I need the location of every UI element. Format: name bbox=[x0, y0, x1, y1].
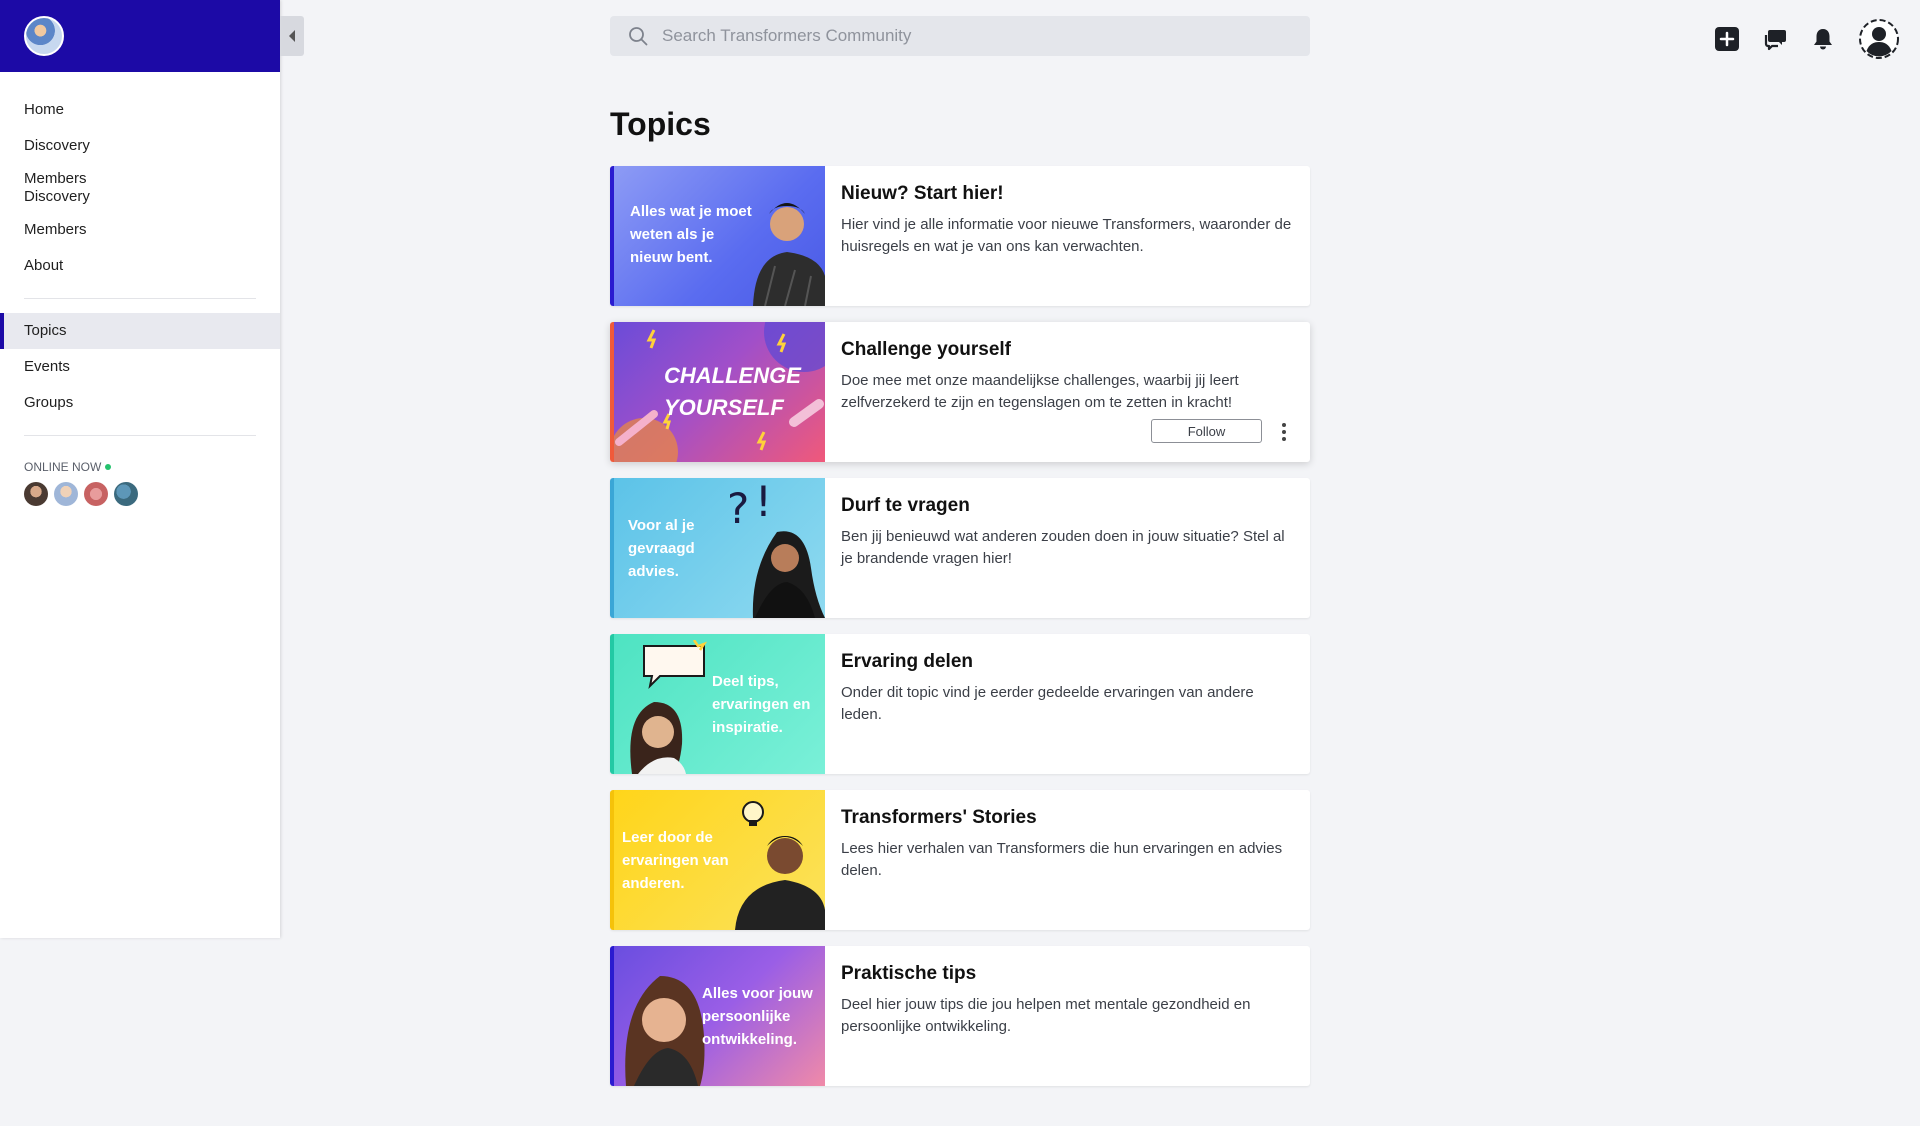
person-photo bbox=[625, 976, 705, 1086]
topic-body: Nieuw? Start hier! Hier vind je alle inf… bbox=[825, 166, 1310, 306]
topic-body: Praktische tips Deel hier jouw tips die … bbox=[825, 946, 1310, 1086]
sidebar-item-groups[interactable]: Groups bbox=[0, 385, 280, 421]
online-member-avatar[interactable] bbox=[114, 482, 138, 506]
search-input[interactable] bbox=[662, 26, 1262, 46]
page-title: Topics bbox=[610, 106, 711, 142]
topic-card-durf-te-vragen[interactable]: Voor al je gevraagd advies. ?! Durf te v… bbox=[610, 478, 1310, 618]
sidebar-item-about[interactable]: About bbox=[0, 248, 280, 284]
thumbnail-caption: Alles voor jouw persoonlijke ontwikkelin… bbox=[702, 985, 813, 1048]
user-avatar-icon bbox=[1859, 19, 1899, 59]
collapse-sidebar-button[interactable] bbox=[280, 16, 304, 56]
topic-thumbnail: CHALLENGE YOURSELF bbox=[610, 322, 825, 462]
topic-thumbnail: Voor al je gevraagd advies. ?! bbox=[610, 478, 825, 618]
bell-icon bbox=[1814, 29, 1832, 50]
topic-title: Durf te vragen bbox=[841, 495, 970, 516]
person-photo bbox=[753, 203, 825, 306]
search-bar[interactable] bbox=[610, 16, 1310, 56]
topic-card-transformers-stories[interactable]: Leer door de ervaringen van anderen. Tra… bbox=[610, 790, 1310, 930]
topic-description: Deel hier jouw tips die jou helpen met m… bbox=[841, 996, 1251, 1035]
svg-text:!: ! bbox=[755, 478, 772, 526]
create-button[interactable] bbox=[1714, 26, 1740, 52]
topic-body: Durf te vragen Ben jij benieuwd wat ande… bbox=[825, 478, 1310, 618]
online-avatars bbox=[24, 482, 256, 506]
topic-description: Hier vind je alle informatie voor nieuwe… bbox=[841, 216, 1292, 255]
topic-card-nieuw-start-hier[interactable]: Alles wat je moet weten als je nieuw ben… bbox=[610, 166, 1310, 306]
chat-bubbles-icon bbox=[1764, 30, 1786, 51]
online-member-avatar[interactable] bbox=[84, 482, 108, 506]
topic-thumbnail: Leer door de ervaringen van anderen. bbox=[610, 790, 825, 930]
sidebar-divider bbox=[24, 298, 256, 299]
sidebar-item-events[interactable]: Events bbox=[0, 349, 280, 385]
sidebar-item-members-discovery[interactable]: Members Discovery bbox=[0, 164, 280, 212]
topic-description: Ben jij benieuwd wat anderen zouden doen… bbox=[841, 528, 1285, 567]
topic-card-ervaring-delen[interactable]: Deel tips, ervaringen en inspiratie. Erv… bbox=[610, 634, 1310, 774]
sidebar-header bbox=[0, 0, 280, 72]
notifications-button[interactable] bbox=[1810, 26, 1836, 52]
topic-title: Praktische tips bbox=[841, 963, 977, 984]
topics-list: Alles wat je moet weten als je nieuw ben… bbox=[610, 166, 1310, 1102]
topic-description: Lees hier verhalen van Transformers die … bbox=[841, 840, 1283, 879]
topic-card-praktische-tips[interactable]: Alles voor jouw persoonlijke ontwikkelin… bbox=[610, 946, 1310, 1086]
sidebar-nav: Home Discovery Members Discovery Members… bbox=[0, 72, 280, 436]
topic-thumbnail: Alles wat je moet weten als je nieuw ben… bbox=[610, 166, 825, 306]
search-icon bbox=[629, 27, 648, 46]
messages-button[interactable] bbox=[1762, 26, 1788, 52]
thumbnail-caption: Leer door de ervaringen van anderen. bbox=[622, 829, 729, 892]
online-status-dot bbox=[105, 464, 112, 470]
sidebar-item-home[interactable]: Home bbox=[0, 92, 280, 128]
sidebar-item-topics[interactable]: Topics bbox=[0, 313, 280, 349]
thumbnail-caption: Deel tips, ervaringen en inspiratie. bbox=[712, 673, 811, 736]
topic-title: Transformers' Stories bbox=[841, 807, 1037, 828]
topic-card-challenge-yourself[interactable]: CHALLENGE YOURSELF Challenge yourself Do… bbox=[610, 322, 1310, 462]
person-photo: ?! bbox=[727, 478, 825, 618]
svg-text:?: ? bbox=[727, 484, 749, 533]
topic-title: Ervaring delen bbox=[841, 651, 973, 672]
thumbnail-caption: CHALLENGE YOURSELF bbox=[664, 363, 801, 420]
thumbnail-caption: Alles wat je moet weten als je nieuw ben… bbox=[630, 203, 752, 266]
sidebar-item-members[interactable]: Members bbox=[0, 212, 280, 248]
online-member-avatar[interactable] bbox=[54, 482, 78, 506]
sidebar-divider bbox=[24, 435, 256, 436]
topic-title: Nieuw? Start hier! bbox=[841, 183, 1004, 204]
topic-description: Doe mee met onze maandelijkse challenges… bbox=[841, 372, 1239, 411]
online-now-text: ONLINE NOW bbox=[24, 460, 102, 474]
sidebar: Home Discovery Members Discovery Members… bbox=[0, 0, 280, 938]
topic-body: Ervaring delen Onder dit topic vind je e… bbox=[825, 634, 1310, 774]
follow-button[interactable]: Follow bbox=[1151, 419, 1262, 443]
person-photo bbox=[630, 702, 686, 774]
topic-body: Transformers' Stories Lees hier verhalen… bbox=[825, 790, 1310, 930]
online-member-avatar[interactable] bbox=[24, 482, 48, 506]
community-logo[interactable] bbox=[24, 16, 64, 56]
person-photo bbox=[735, 801, 825, 930]
topic-title: Challenge yourself bbox=[841, 339, 1011, 360]
profile-menu-button[interactable] bbox=[1858, 18, 1900, 60]
sidebar-item-discovery[interactable]: Discovery bbox=[0, 128, 280, 164]
topic-description: Onder dit topic vind je eerder gedeelde … bbox=[841, 684, 1254, 723]
topic-thumbnail: Alles voor jouw persoonlijke ontwikkelin… bbox=[610, 946, 825, 1086]
more-options-icon[interactable] bbox=[1280, 422, 1288, 442]
online-now-label: ONLINE NOW bbox=[24, 460, 256, 474]
topic-thumbnail: Deel tips, ervaringen en inspiratie. bbox=[610, 634, 825, 774]
thumbnail-caption: Voor al je gevraagd advies. bbox=[628, 517, 695, 580]
plus-square-icon bbox=[1715, 27, 1739, 51]
online-now-section: ONLINE NOW bbox=[0, 450, 280, 506]
topbar-actions bbox=[1714, 18, 1900, 60]
chevron-left-icon bbox=[289, 30, 295, 42]
